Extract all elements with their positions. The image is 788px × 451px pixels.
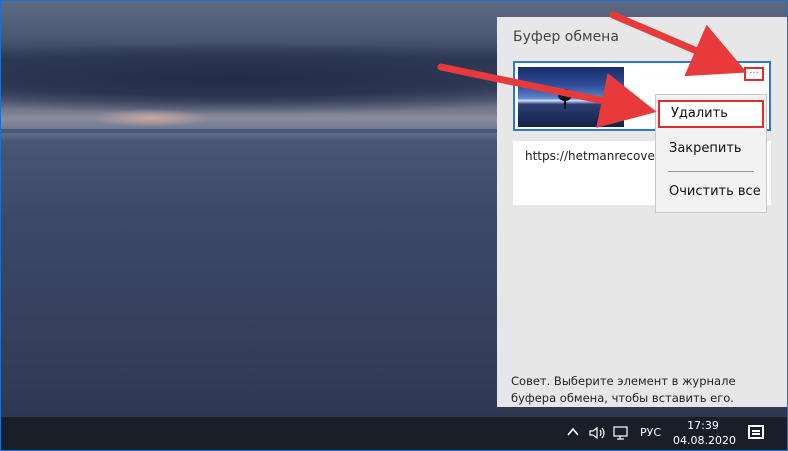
menu-separator xyxy=(668,171,754,172)
context-menu: Удалить Закрепить Очистить все xyxy=(655,94,767,213)
thumbnail-trunk xyxy=(564,99,566,109)
clock-time: 17:39 xyxy=(687,419,719,432)
menu-item-delete[interactable]: Удалить xyxy=(658,100,764,128)
clipboard-item-url: https://hetmanrecovery.c xyxy=(525,149,676,163)
screen-frame: Буфер обмена ··· https://hetmanrecovery.… xyxy=(0,0,788,451)
wallpaper-horizon xyxy=(1,129,521,133)
taskbar: РУС 17:39 04.08.2020 xyxy=(1,417,787,450)
menu-item-pin[interactable]: Закрепить xyxy=(656,135,766,163)
image-thumbnail xyxy=(518,67,624,127)
wallpaper-cloud xyxy=(1,29,521,119)
language-indicator[interactable]: РУС xyxy=(640,426,661,439)
speaker-icon[interactable] xyxy=(589,426,607,444)
chevron-up-icon[interactable] xyxy=(567,426,579,441)
menu-item-clear-all[interactable]: Очистить все xyxy=(656,178,766,206)
clock-date: 04.08.2020 xyxy=(673,434,736,447)
more-options-button[interactable]: ··· xyxy=(744,67,764,81)
notification-icon[interactable] xyxy=(748,425,764,439)
network-icon[interactable] xyxy=(613,426,631,444)
clipboard-tip: Совет. Выберите элемент в журнале буфера… xyxy=(511,374,736,405)
wallpaper-sunset-glow xyxy=(91,109,211,127)
taskbar-clock[interactable]: 17:39 04.08.2020 xyxy=(673,418,736,448)
clipboard-title: Буфер обмена xyxy=(513,29,619,45)
